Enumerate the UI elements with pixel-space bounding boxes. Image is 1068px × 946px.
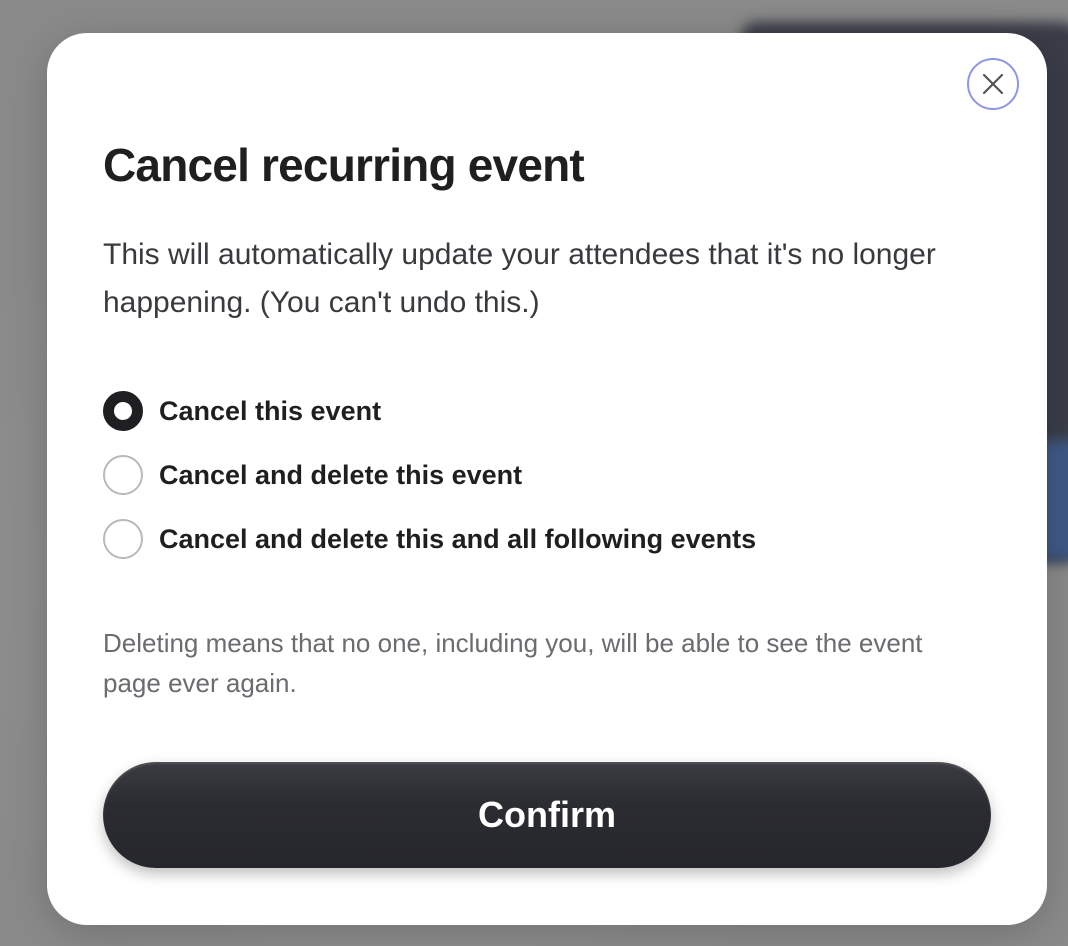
- option-label: Cancel this event: [159, 395, 382, 426]
- option-label: Cancel and delete this and all following…: [159, 523, 757, 554]
- radio-button[interactable]: [103, 519, 143, 559]
- option-label: Cancel and delete this event: [159, 459, 523, 490]
- close-button[interactable]: [967, 58, 1019, 110]
- radio-button-selected[interactable]: [103, 391, 143, 431]
- delete-warning-note: Deleting means that no one, including yo…: [103, 628, 923, 698]
- option-cancel-and-delete-event[interactable]: Cancel and delete this event: [103, 455, 983, 495]
- radio-button[interactable]: [103, 455, 143, 495]
- cancel-options-radio-group: Cancel this event Cancel and delete this…: [103, 391, 983, 583]
- option-cancel-and-delete-following-events[interactable]: Cancel and delete this and all following…: [103, 519, 983, 559]
- close-icon: [982, 73, 1004, 95]
- confirm-button[interactable]: Confirm: [103, 762, 991, 868]
- option-cancel-this-event[interactable]: Cancel this event: [103, 391, 983, 431]
- dialog-description: This will automatically update your atte…: [103, 238, 936, 319]
- dialog-title: Cancel recurring event: [103, 139, 585, 191]
- cancel-event-dialog: Cancel recurring event This will automat…: [47, 33, 1047, 925]
